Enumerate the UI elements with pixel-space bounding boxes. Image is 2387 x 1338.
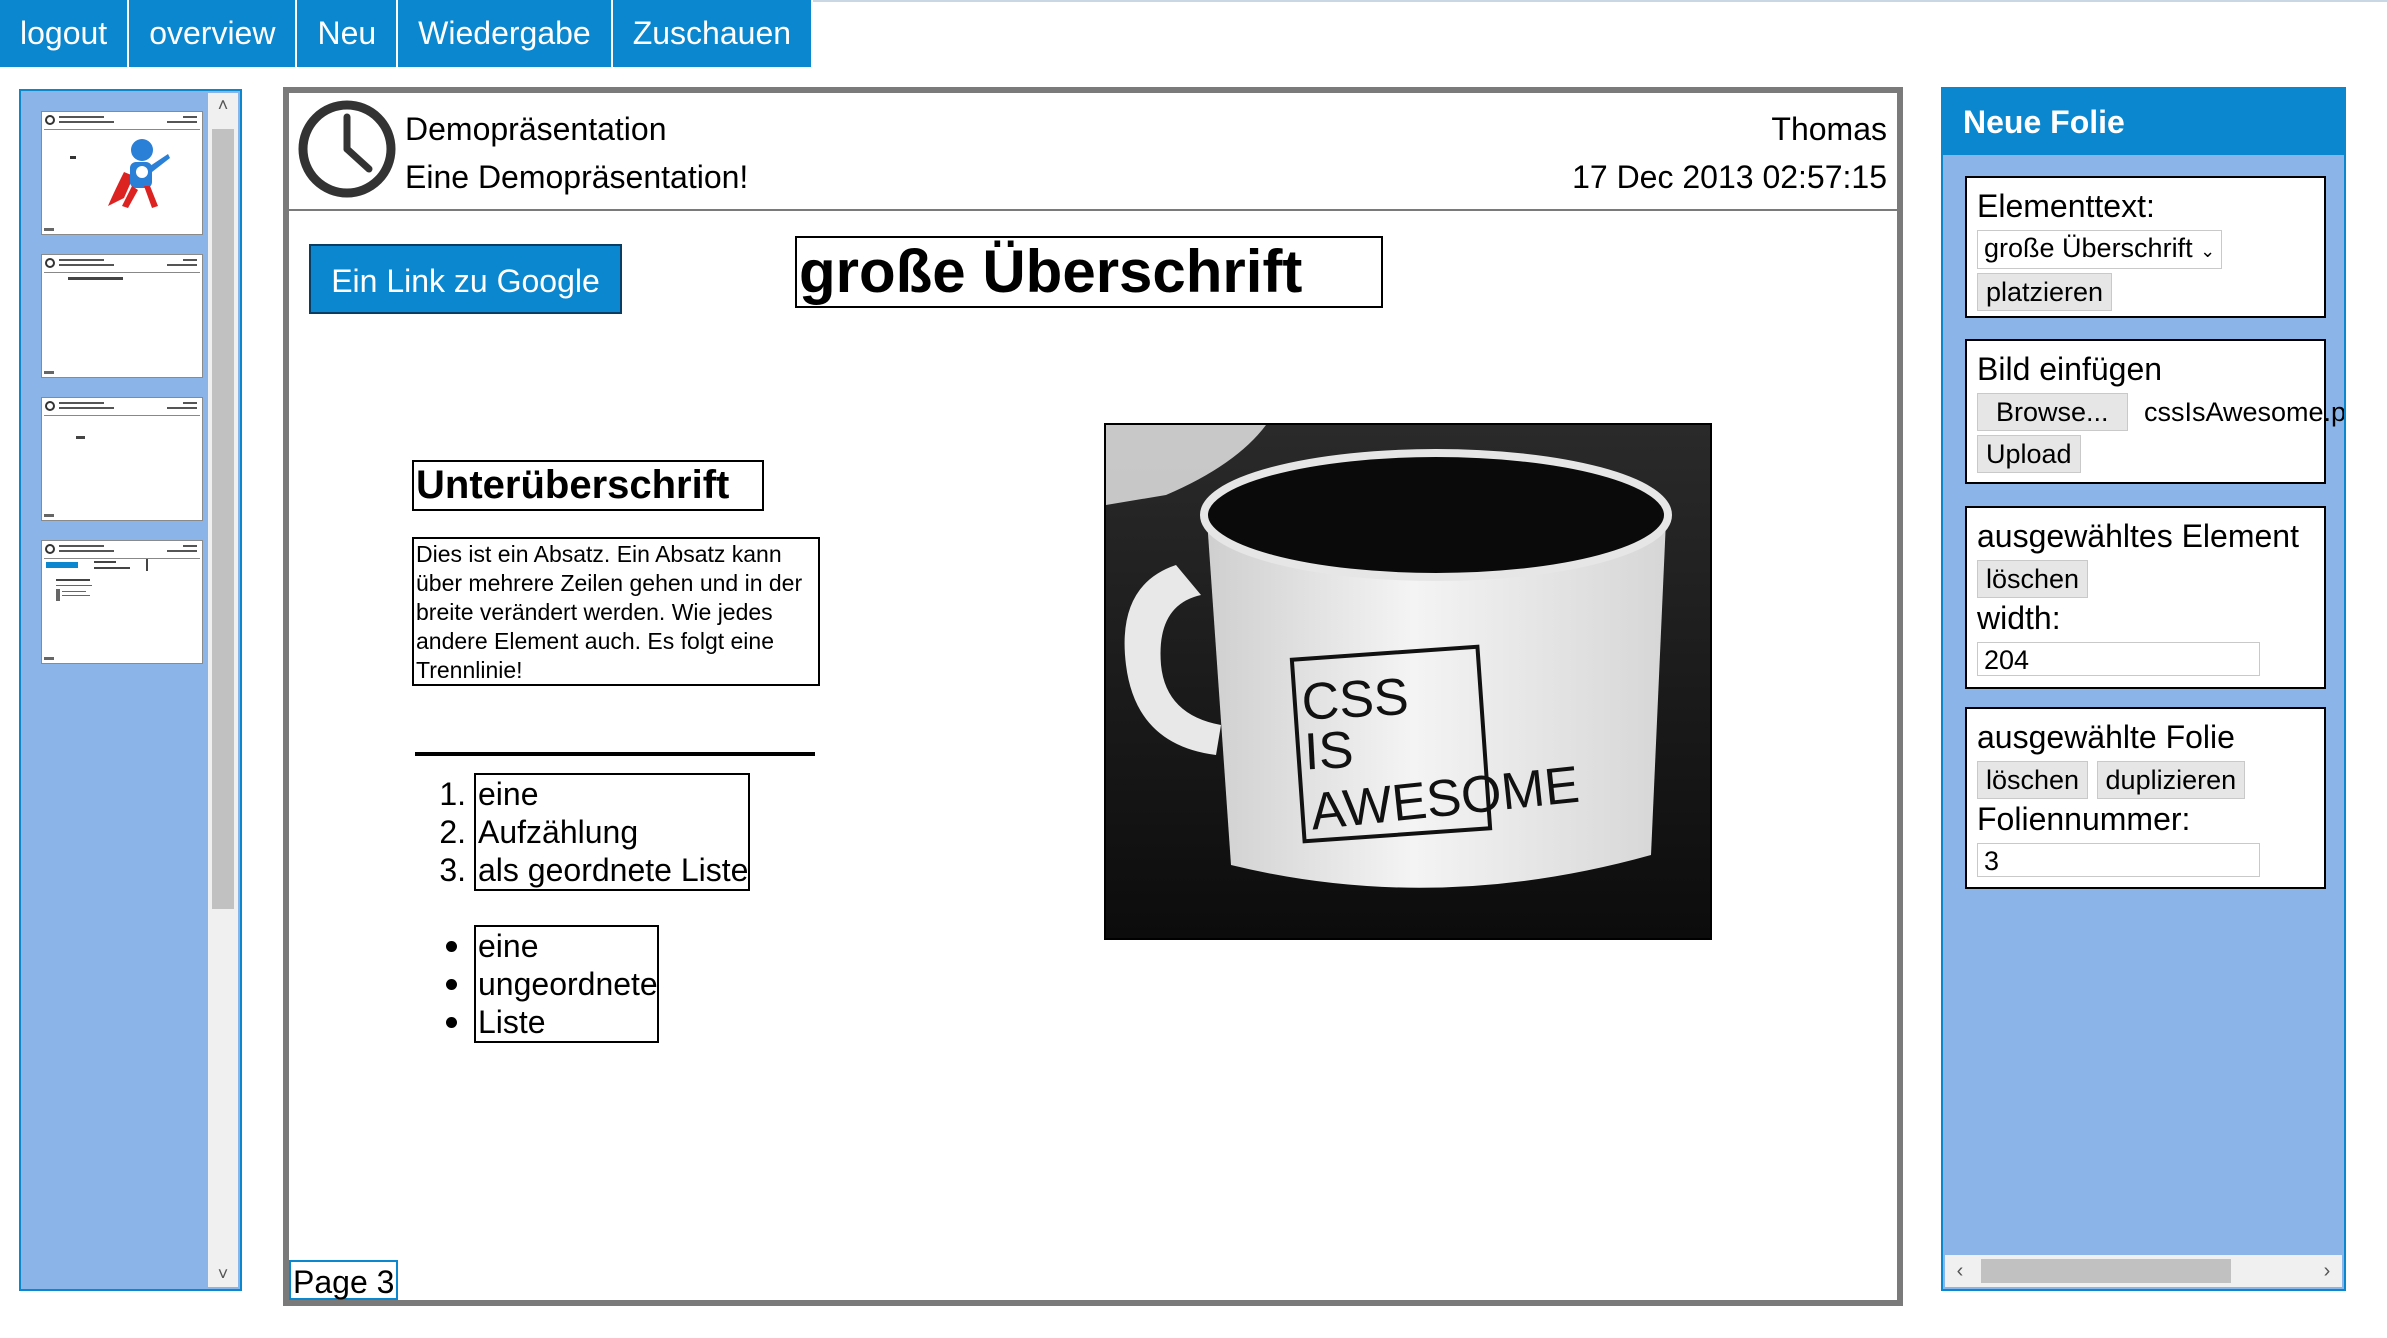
slide-thumbnail-panel: ˄ ˅: [19, 89, 242, 1291]
slide-image[interactable]: CSS IS AWESOME: [1104, 423, 1712, 940]
selected-filename: cssIsAwesome.pn: [2144, 397, 2346, 427]
coffee-mug-image: CSS IS AWESOME: [1106, 425, 1710, 938]
slide-thumbnail-4[interactable]: [41, 540, 203, 664]
selected-slide-card: ausgewählte Folie löschen duplizieren Fo…: [1965, 707, 2326, 889]
chevron-down-icon: ⌄: [2200, 241, 2216, 261]
nav-overview[interactable]: overview: [129, 0, 298, 67]
panel-horizontal-scrollbar[interactable]: ‹ ›: [1945, 1255, 2342, 1287]
new-slide-button[interactable]: Neue Folie: [1943, 89, 2344, 155]
selected-element-card: ausgewähltes Element löschen width: 204: [1965, 506, 2326, 689]
svg-text:IS: IS: [1303, 721, 1355, 781]
width-input[interactable]: 204: [1977, 642, 2260, 676]
slide-number-label: Foliennummer:: [1977, 801, 2191, 837]
slide-number-input[interactable]: 3: [1977, 843, 2260, 877]
presentation-subtitle: Eine Demopräsentation!: [405, 159, 749, 195]
browse-button[interactable]: Browse...: [1977, 393, 2128, 431]
properties-panel: Neue Folie Elementtext: große Überschrif…: [1941, 87, 2346, 1291]
scroll-down-icon[interactable]: ˅: [208, 1264, 238, 1285]
slide-subheading[interactable]: Unterüberschrift: [412, 460, 764, 511]
nav-zuschauen[interactable]: Zuschauen: [612, 0, 814, 67]
image-insert-card: Bild einfügen Browse... cssIsAwesome.pn …: [1965, 339, 2344, 484]
image-insert-label: Bild einfügen: [1977, 351, 2163, 387]
google-link-button[interactable]: Ein Link zu Google: [309, 244, 622, 314]
nav-neu[interactable]: Neu: [297, 0, 399, 67]
place-button[interactable]: platzieren: [1977, 273, 2113, 311]
clock-icon: [298, 100, 396, 198]
element-text-label: Elementtext:: [1977, 188, 2155, 224]
scrollbar-thumb[interactable]: [212, 129, 234, 909]
superhero-icon: [108, 139, 170, 208]
width-label: width:: [1977, 600, 2061, 636]
upload-button[interactable]: Upload: [1977, 435, 2081, 473]
scroll-up-icon[interactable]: ˄: [208, 95, 238, 116]
ordered-list[interactable]: 1. eine 2. Aufzählung 3. als geordnete List…: [439, 773, 750, 891]
selected-element-label: ausgewähltes Element: [1977, 518, 2299, 554]
slide-paragraph[interactable]: Dies ist ein Absatz. Ein Absatz kann übe…: [412, 537, 820, 686]
element-type-select[interactable]: große Überschrift ⌄: [1977, 230, 2223, 269]
slide-heading[interactable]: große Überschrift: [795, 236, 1383, 308]
delete-slide-button[interactable]: löschen: [1977, 761, 2089, 799]
header-divider: [289, 209, 1897, 211]
scroll-right-icon[interactable]: ›: [2312, 1255, 2342, 1287]
slide-divider-line[interactable]: [415, 752, 815, 756]
scroll-left-icon[interactable]: ‹: [1945, 1255, 1975, 1287]
duplicate-slide-button[interactable]: duplizieren: [2096, 761, 2246, 799]
nav-wiedergabe[interactable]: Wiedergabe: [398, 0, 613, 67]
presentation-title: Demopräsentation: [405, 111, 667, 147]
top-nav: logout overview Neu Wiedergabe Zuschauen: [0, 0, 814, 67]
slide-thumbnail-2[interactable]: [41, 254, 203, 378]
selected-slide-label: ausgewählte Folie: [1977, 719, 2235, 755]
unordered-list[interactable]: eine ungeordnete Liste: [446, 925, 659, 1043]
author-name: Thomas: [1771, 111, 1887, 147]
scrollbar-thumb[interactable]: [1981, 1259, 2231, 1283]
slide-thumbnail-3[interactable]: [41, 397, 203, 521]
page-number-label: Page 3: [289, 1260, 399, 1300]
slide-date: 17 Dec 2013 02:57:15: [1572, 159, 1887, 195]
slide-thumbnail-1[interactable]: [41, 111, 203, 235]
slide-canvas: Demopräsentation Eine Demopräsentation! …: [283, 87, 1903, 1306]
thumbnail-scrollbar[interactable]: ˄ ˅: [208, 93, 238, 1287]
delete-element-button[interactable]: löschen: [1977, 560, 2089, 598]
nav-logout[interactable]: logout: [0, 0, 130, 67]
element-type-value: große Überschrift: [1984, 233, 2193, 263]
element-text-card: Elementtext: große Überschrift ⌄ platzie…: [1965, 176, 2326, 318]
